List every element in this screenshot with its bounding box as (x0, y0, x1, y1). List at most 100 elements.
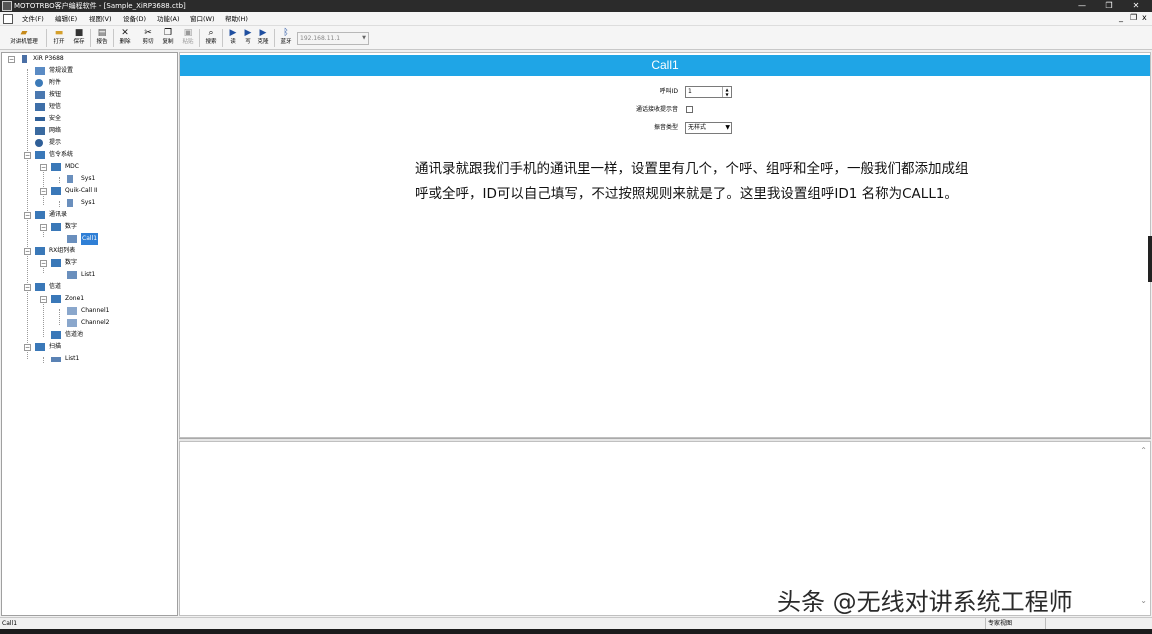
write-button[interactable]: ▶ 写 (240, 27, 256, 49)
lower-pane: ⌃ ⌄ 头条 @无线对讲系统工程师 (179, 441, 1151, 616)
folder-icon (35, 211, 45, 219)
tree-node-security[interactable]: 安全 (24, 113, 154, 125)
collapse-icon[interactable]: − (40, 296, 47, 303)
call-id-field[interactable]: 1 ▲ ▼ (685, 86, 732, 98)
tree-node-scan-list1[interactable]: List1 (40, 353, 160, 365)
window-edge (1148, 236, 1152, 282)
report-button[interactable]: ▤ 报告 (93, 27, 111, 49)
menu-edit[interactable]: 编辑(E) (55, 14, 77, 24)
tree-node-general-settings[interactable]: 常规设置 (24, 65, 154, 77)
group-call-icon (67, 235, 77, 243)
collapse-icon[interactable]: − (24, 248, 31, 255)
collapse-icon[interactable]: − (8, 56, 15, 63)
accessory-icon (35, 79, 43, 87)
radio-management-label: 对讲机管理 (10, 39, 38, 45)
delete-button[interactable]: ✕ 删除 (116, 27, 134, 49)
collapse-icon[interactable]: − (24, 152, 31, 159)
scan-list-icon (51, 357, 61, 362)
tree-node-buttons[interactable]: 按钮 (24, 89, 154, 101)
tree-node-channel1[interactable]: Channel1 (56, 305, 156, 317)
write-label: 写 (245, 39, 251, 45)
collapse-icon[interactable]: − (24, 284, 31, 291)
watermark: 头条 @无线对讲系统工程师 (777, 588, 1073, 616)
tree-node-channels[interactable]: − 信道 (24, 281, 154, 293)
copy-button[interactable]: ❐ 复制 (159, 27, 177, 49)
menu-device[interactable]: 设备(D) (123, 14, 146, 24)
tree-node-mdc-sys1[interactable]: Sys1 (56, 173, 156, 185)
collapse-icon[interactable]: − (40, 188, 47, 195)
scroll-down-icon[interactable]: ⌄ (1140, 596, 1147, 605)
toolbar: ▰ 对讲机管理 ▬ 打开 ■ 保存 ▤ 报告 ✕ 删除 ✂ 剪切 ❐ 复制 ▣ … (0, 26, 1152, 50)
tree-node-quik-call[interactable]: − Quik-Call II (40, 185, 160, 197)
paste-button[interactable]: ▣ 粘贴 (179, 27, 197, 49)
tree-node-rx-group-lists[interactable]: − RX组列表 (24, 245, 154, 257)
status-current-node: Call1 (2, 620, 18, 627)
key-icon (35, 117, 45, 121)
read-button[interactable]: ▶ 读 (225, 27, 241, 49)
paste-label: 粘贴 (182, 39, 194, 45)
tree-node-tones[interactable]: 提示 (24, 137, 154, 149)
radio-device-icon (22, 55, 27, 63)
tree-node-contacts[interactable]: − 通讯录 (24, 209, 154, 221)
collapse-icon[interactable]: − (40, 260, 47, 267)
clone-label: 克隆 (257, 39, 269, 45)
mdi-minimize-button[interactable]: _ (1119, 13, 1123, 23)
minimize-button[interactable]: — (1069, 0, 1095, 12)
save-button[interactable]: ■ 保存 (70, 27, 88, 49)
tree-node-channel-pool[interactable]: 信道池 (40, 329, 160, 341)
tree-node-text-messages[interactable]: 短信 (24, 101, 154, 113)
ip-address-dropdown[interactable]: 192.168.11.1 ▼ (297, 32, 369, 45)
folder-open-icon: ▬ (54, 28, 64, 38)
tree-node-accessories[interactable]: 附件 (24, 77, 154, 89)
collapse-icon[interactable]: − (40, 164, 47, 171)
tree-node-channel2[interactable]: Channel2 (56, 317, 156, 329)
ring-style-select[interactable]: 无样式 ▼ (685, 122, 732, 134)
tree-node-zone1[interactable]: − Zone1 (40, 293, 160, 305)
restore-button[interactable]: ❐ (1096, 0, 1122, 12)
tree-node-label: Quik-Call II (65, 187, 98, 194)
spinner-icon[interactable]: ▲ ▼ (722, 87, 731, 97)
tree-node-signaling-systems[interactable]: − 信令系统 (24, 149, 154, 161)
tree-node-radio[interactable]: − XiR P3688 (8, 53, 158, 65)
radio-management-button[interactable]: ▰ 对讲机管理 (5, 27, 43, 49)
receive-tone-label: 通话接收提示音 (635, 106, 678, 113)
read-icon: ▶ (229, 28, 237, 38)
folder-icon (51, 259, 61, 267)
collapse-icon[interactable]: − (24, 344, 31, 351)
tree-node-network[interactable]: 网络 (24, 125, 154, 137)
tree-node-rx-digital[interactable]: − 数字 (40, 257, 160, 269)
clone-button[interactable]: ▶ 克隆 (255, 27, 271, 49)
folder-icon (35, 247, 45, 255)
menu-help[interactable]: 帮助(H) (225, 14, 248, 24)
menu-window[interactable]: 窗口(W) (190, 14, 215, 24)
tree-node-call1[interactable]: Call1 (56, 233, 156, 245)
tree-node-scan[interactable]: − 扫描 (24, 341, 154, 353)
tree-node-label: 短信 (49, 103, 62, 110)
tree-node-mdc[interactable]: − MDC (40, 161, 160, 173)
menu-file[interactable]: 文件(F) (22, 14, 44, 24)
tree-node-rx-list1[interactable]: List1 (56, 269, 156, 281)
open-button[interactable]: ▬ 打开 (50, 27, 68, 49)
scissors-icon: ✂ (144, 28, 152, 38)
buttons-icon (35, 91, 45, 99)
bluetooth-button[interactable]: ᛒ 蓝牙 (277, 27, 295, 49)
mdi-restore-button[interactable]: ❐ (1130, 13, 1137, 23)
mdi-close-button[interactable]: x (1142, 13, 1147, 23)
message-icon (35, 103, 45, 111)
receive-tone-checkbox[interactable] (686, 106, 693, 113)
report-icon: ▤ (97, 28, 107, 38)
collapse-icon[interactable]: − (40, 224, 47, 231)
save-label: 保存 (73, 39, 85, 45)
chevron-down-icon: ▼ (362, 35, 366, 41)
tree-node-quik-call-sys1[interactable]: Sys1 (56, 197, 156, 209)
search-button[interactable]: ⌕ 搜索 (202, 27, 220, 49)
collapse-icon[interactable]: − (24, 212, 31, 219)
close-button[interactable]: ✕ (1123, 0, 1149, 12)
menu-view[interactable]: 视图(V) (89, 14, 112, 24)
tree-node-contacts-digital[interactable]: − 数字 (40, 221, 160, 233)
scroll-up-icon[interactable]: ⌃ (1140, 446, 1147, 455)
menu-function[interactable]: 功能(A) (157, 14, 180, 24)
channel-icon (67, 319, 77, 327)
cut-button[interactable]: ✂ 剪切 (139, 27, 157, 49)
tree-node-label: 提示 (49, 139, 62, 146)
